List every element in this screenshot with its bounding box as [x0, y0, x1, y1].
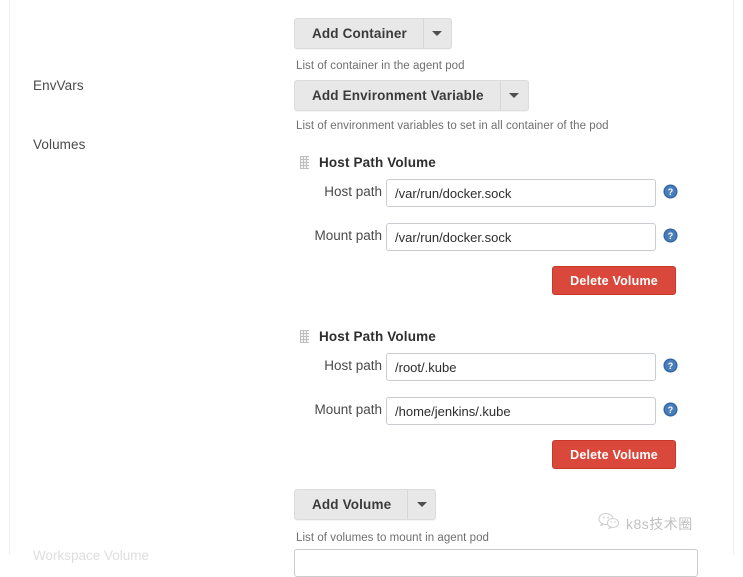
help-circle-icon[interactable]: ?	[663, 358, 678, 373]
add-volume-button[interactable]: Add Volume	[294, 489, 437, 520]
volume-title: Host Path Volume	[319, 154, 436, 170]
field-label-volumes: Volumes	[33, 137, 86, 152]
pod-template-config-form: EnvVars Volumes Workspace Volume Add Con…	[0, 0, 743, 577]
chevron-down-icon[interactable]	[424, 19, 451, 48]
volume-entry: Host Path Volume Host path ? Mount path	[294, 327, 714, 469]
mount-path-label: Mount path	[314, 402, 382, 417]
watermark-text: k8s技术圈	[626, 515, 693, 532]
host-path-row: Host path ?	[294, 179, 714, 207]
watermark: k8s技术圈	[598, 512, 693, 535]
form-right-rule	[733, 0, 734, 555]
wechat-logo-icon	[598, 512, 620, 535]
svg-text:?: ?	[668, 231, 673, 241]
help-circle-icon[interactable]: ?	[663, 184, 678, 199]
mount-path-input[interactable]	[386, 397, 656, 425]
volume-header: Host Path Volume	[300, 327, 714, 345]
next-field-input-partial[interactable]	[294, 549, 698, 577]
add-container-helper-text: List of container in the agent pod	[296, 60, 465, 72]
host-path-input[interactable]	[386, 353, 656, 381]
add-volume-helper-text: List of volumes to mount in agent pod	[296, 532, 489, 544]
host-path-row: Host path ?	[294, 353, 714, 381]
host-path-label: Host path	[324, 358, 382, 373]
help-circle-icon[interactable]: ?	[663, 402, 678, 417]
field-label-truncated-bottom: Workspace Volume	[33, 548, 150, 563]
add-environment-variable-button[interactable]: Add Environment Variable	[294, 80, 529, 111]
volume-entry: Host Path Volume Host path ? Mount path	[294, 153, 714, 295]
svg-text:?: ?	[668, 405, 673, 415]
form-left-rule	[9, 0, 10, 555]
svg-text:?: ?	[668, 361, 673, 371]
add-volume-label: Add Volume	[312, 497, 392, 512]
svg-text:?: ?	[668, 187, 673, 197]
add-environment-variable-helper-text: List of environment variables to set in …	[296, 120, 609, 132]
host-path-input[interactable]	[386, 179, 656, 207]
mount-path-input[interactable]	[386, 223, 656, 251]
drag-handle-icon[interactable]	[300, 329, 309, 343]
help-circle-icon[interactable]: ?	[663, 228, 678, 243]
mount-path-row: Mount path ?	[294, 223, 714, 251]
delete-volume-button[interactable]: Delete Volume	[552, 266, 676, 295]
chevron-down-icon[interactable]	[501, 81, 528, 110]
chevron-down-icon[interactable]	[408, 490, 435, 519]
mount-path-row: Mount path ?	[294, 397, 714, 425]
host-path-label: Host path	[324, 184, 382, 199]
add-environment-variable-label: Add Environment Variable	[312, 88, 484, 103]
volume-header: Host Path Volume	[300, 153, 714, 171]
add-container-button[interactable]: Add Container	[294, 18, 452, 49]
add-container-label: Add Container	[312, 26, 407, 41]
drag-handle-icon[interactable]	[300, 155, 309, 169]
field-label-envvars: EnvVars	[33, 78, 84, 93]
delete-volume-button[interactable]: Delete Volume	[552, 440, 676, 469]
mount-path-label: Mount path	[314, 228, 382, 243]
volume-title: Host Path Volume	[319, 328, 436, 344]
